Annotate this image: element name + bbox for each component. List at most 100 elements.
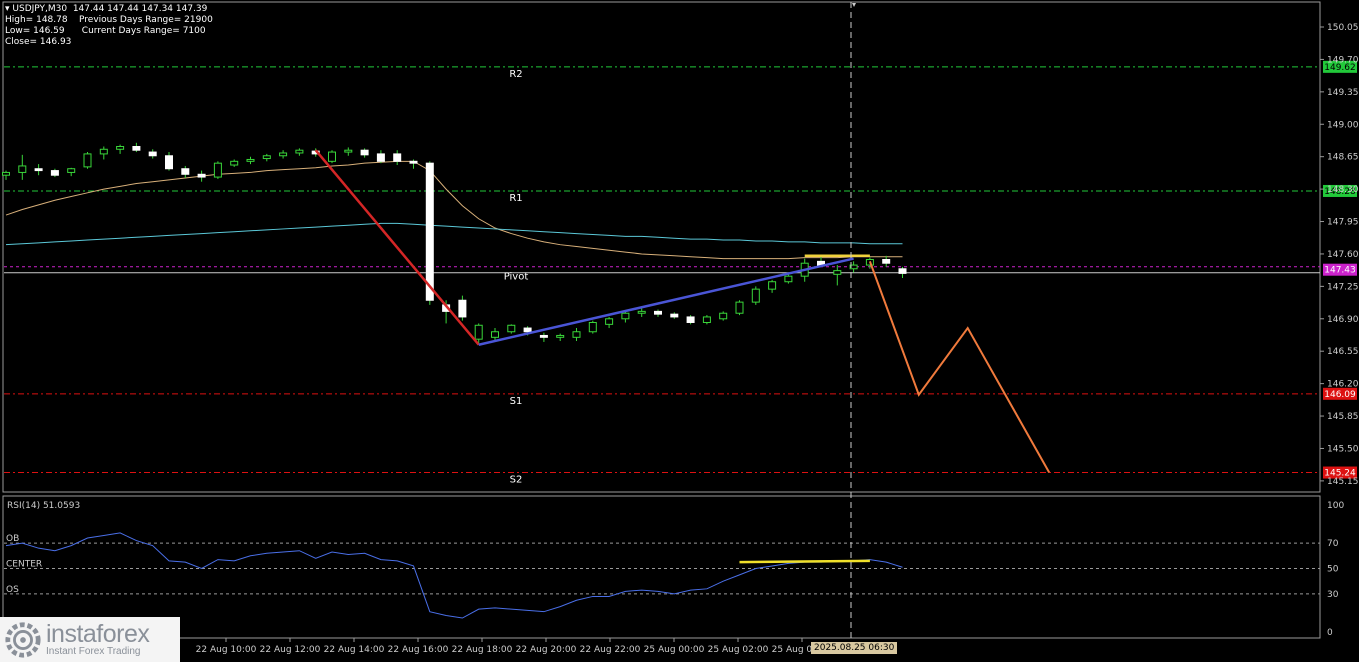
candle-body [148, 151, 157, 157]
prev-range-value: Previous Days Range= 21900 [79, 15, 213, 25]
price-tag-pivot: 147.43 [1324, 266, 1356, 276]
rsi-ob-label: OB [6, 534, 19, 544]
time-axis-tick: 22 Aug 16:00 [388, 645, 449, 655]
candle-body [230, 160, 239, 166]
main-panel-frame [2, 1, 1321, 493]
level-label-pivot: Pivot [504, 272, 529, 283]
ohlc-values: 147.44 147.44 147.34 147.39 [72, 4, 208, 14]
candle[interactable] [328, 150, 336, 164]
price-axis-tick: 150.05 [1327, 23, 1359, 33]
time-axis-tick: 22 Aug 20:00 [516, 645, 577, 655]
candle-body [686, 316, 695, 323]
price-chart[interactable]: R2R1PivotS1S2 149.62148.28147.43146.0914… [0, 0, 1359, 662]
candle-body [784, 275, 793, 283]
candle[interactable] [719, 311, 728, 321]
instaforex-logo: instaforex Instant Forex Trading [0, 617, 180, 662]
rsi-divergence-line[interactable] [739, 559, 870, 564]
price-axis-tick: 146.20 [1327, 380, 1359, 390]
logo-brand: instaforex [46, 620, 150, 648]
price-axis-tick: 146.90 [1327, 315, 1359, 325]
rsi-title: RSI(14) 51.0593 [7, 501, 80, 511]
candle-body [523, 327, 532, 333]
level-label-r2: R2 [509, 69, 522, 80]
candle-body [262, 155, 271, 160]
candle-body [360, 149, 369, 156]
candle-body [833, 270, 842, 275]
candle-body [588, 321, 597, 333]
candle-body [409, 160, 418, 164]
candle-body [491, 331, 499, 338]
time-badge: 2025.08.25 06:30 [811, 642, 898, 654]
price-axis-tick: 146.55 [1327, 347, 1359, 357]
price-axis-tick: 145.50 [1327, 444, 1359, 454]
price-axis-tick: 148.30 [1327, 185, 1359, 195]
candle[interactable] [686, 315, 695, 325]
candle-body [768, 281, 777, 290]
candle-body [735, 301, 744, 314]
time-axis-tick: 25 Aug 00:00 [644, 645, 705, 655]
candle-body [702, 316, 711, 323]
high-value: High= 148.78 [5, 15, 68, 25]
candle-body [181, 168, 190, 175]
candle-body [279, 152, 288, 157]
candle-body [670, 313, 679, 318]
candle-body [719, 312, 728, 320]
candle[interactable] [507, 324, 516, 334]
level-label-s2: S2 [510, 475, 523, 486]
price-axis-tick: 149.35 [1327, 88, 1359, 98]
candle-body [605, 318, 614, 325]
candle-body [34, 168, 43, 172]
time-axis-tick: 22 Aug 18:00 [452, 645, 513, 655]
candle[interactable] [751, 286, 760, 305]
candle-body [99, 148, 108, 155]
candle[interactable] [213, 161, 222, 179]
price-axis-tick: 147.25 [1327, 282, 1359, 292]
candle-body [393, 153, 402, 162]
candle-body [50, 170, 59, 176]
candle-body [132, 145, 141, 151]
price-axis-tick: 147.95 [1327, 218, 1359, 228]
candle[interactable] [588, 320, 597, 334]
rsi-os-label: OS [6, 585, 19, 595]
candle-body [116, 145, 125, 150]
rsi-center-label: CENTER [6, 560, 42, 570]
logo-tagline: Instant Forex Trading [46, 646, 141, 657]
candle-body [83, 153, 92, 168]
curr-range-value: Current Days Range= 7100 [81, 26, 206, 36]
candle-body [67, 168, 76, 173]
price-axis-tick: 148.65 [1327, 153, 1359, 163]
candle[interactable] [83, 152, 92, 169]
candle-body [474, 324, 483, 340]
candle-body [328, 151, 336, 162]
chart-info: ▾ USDJPY,M30 147.44 147.44 147.34 147.39… [5, 4, 213, 48]
candle-body [425, 162, 434, 301]
candle-body [556, 334, 565, 338]
symbol-label: USDJPY,M30 [12, 4, 68, 14]
candle-body [295, 149, 304, 154]
level-label-s1: S1 [510, 396, 523, 407]
candle-body [621, 312, 630, 320]
rsi-axis-tick: 100 [1327, 501, 1344, 511]
price-tag-s1: 146.09 [1324, 390, 1356, 400]
candle-body [344, 149, 353, 153]
candle-body [458, 299, 467, 318]
candle[interactable] [702, 315, 711, 325]
candle-body [246, 158, 255, 162]
candle-body [637, 310, 646, 314]
candle-body [18, 165, 27, 173]
time-axis-tick: 22 Aug 10:00 [196, 645, 257, 655]
time-axis-tick: 25 Aug 02:00 [708, 645, 769, 655]
price-axis-tick: 147.60 [1327, 250, 1359, 260]
candle-body [213, 162, 222, 178]
menu-triangle-icon[interactable]: ▾ [5, 4, 12, 15]
candle-body [572, 331, 581, 338]
candle-body [898, 268, 907, 274]
candle-body [539, 334, 548, 338]
candle-body [654, 310, 662, 315]
candle[interactable] [735, 300, 744, 316]
candle-body [376, 153, 385, 162]
candle-body [2, 171, 10, 176]
candle-body [165, 155, 173, 170]
close-value: Close= 146.93 [5, 37, 72, 47]
price-axis-tick: 149.70 [1327, 55, 1359, 65]
